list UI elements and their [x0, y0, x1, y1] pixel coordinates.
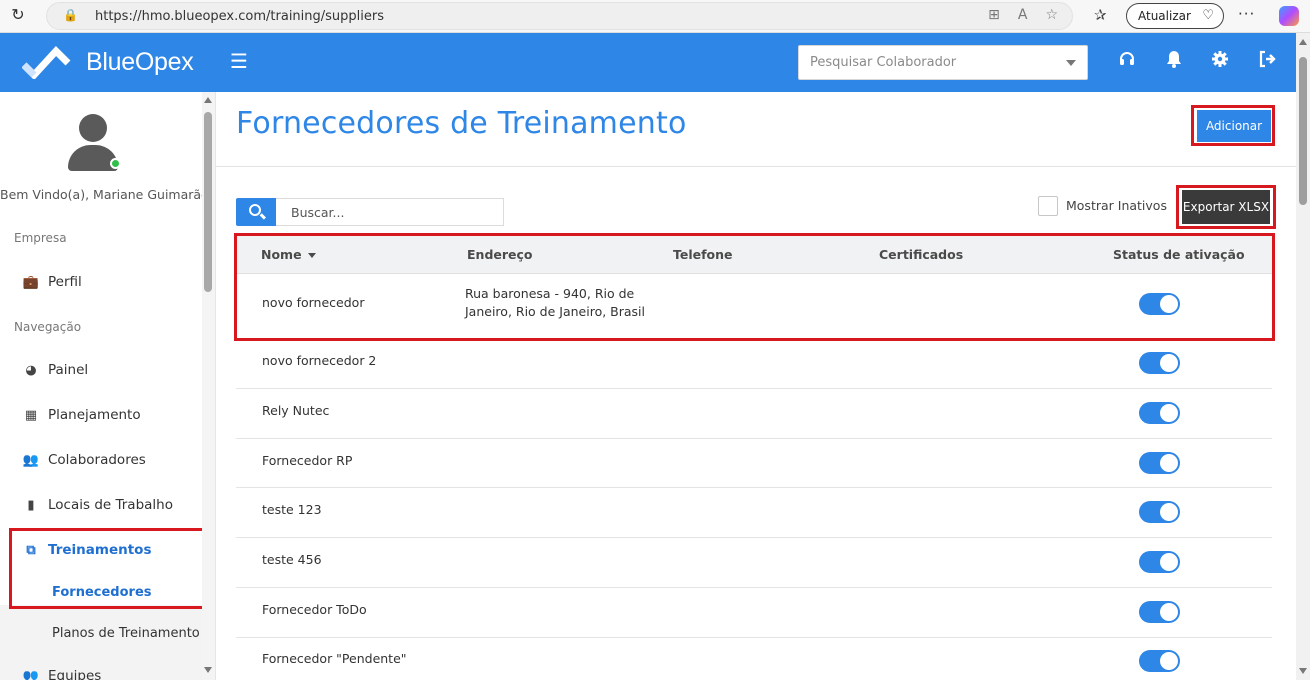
highlight-box [9, 528, 214, 609]
collaborator-search-input[interactable] [799, 46, 1059, 79]
welcome-text: Bem Vindo(a), Mariane Guimarães [0, 187, 216, 202]
table-row[interactable]: Fornecedor ToDo [236, 588, 1272, 638]
scroll-up-arrow-icon[interactable] [204, 97, 212, 103]
dashboard-icon: ◕ [25, 362, 37, 378]
section-navigation: Navegação [14, 320, 82, 334]
reload-icon[interactable]: ↻ [8, 5, 28, 25]
sidebar-subitem-planos[interactable]: Planos de Treinamento [52, 626, 200, 641]
sidebar-item-painel[interactable]: ◕ Painel [22, 362, 88, 378]
sidebar-item-locais[interactable]: ▮ Locais de Trabalho [22, 497, 173, 513]
read-aloud-icon[interactable]: A [1018, 7, 1028, 23]
cell-name: Fornecedor "Pendente" [262, 651, 407, 666]
table-row[interactable]: novo fornecedor 2 [236, 339, 1272, 389]
cell-name: Rely Nutec [262, 403, 330, 418]
show-inactive-checkbox[interactable] [1038, 196, 1058, 216]
sidebar-item-perfil[interactable]: 💼 Perfil [22, 274, 82, 290]
table-row[interactable]: teste 456 [236, 538, 1272, 588]
apps-icon[interactable]: ⊞ [988, 7, 1000, 23]
show-inactive-label[interactable]: Mostrar Inativos [1066, 198, 1167, 213]
scroll-down-arrow-icon[interactable] [204, 667, 212, 673]
update-button[interactable]: Atualizar ♡ [1126, 3, 1224, 29]
add-button[interactable]: Adicionar [1197, 110, 1271, 142]
divider [216, 166, 1296, 167]
menu-toggle-icon[interactable]: ☰ [230, 51, 248, 71]
table-row[interactable]: Rely Nutec [236, 389, 1272, 439]
bell-icon[interactable] [1163, 50, 1185, 73]
user-avatar-icon[interactable] [66, 114, 121, 172]
favorite-star-icon[interactable]: ☆ [1045, 7, 1058, 23]
sidebar-item-planejamento[interactable]: ▦ Planejamento [22, 407, 141, 423]
status-toggle[interactable] [1139, 452, 1180, 474]
scroll-thumb[interactable] [204, 112, 212, 292]
brand-name: BlueOpex [86, 47, 194, 76]
sidebar-item-equipes[interactable]: 👥 Equipes [22, 668, 101, 680]
highlight-box [234, 233, 1275, 341]
sidebar-item-label: Painel [48, 362, 89, 378]
status-toggle[interactable] [1139, 650, 1180, 672]
cell-name: Fornecedor RP [262, 453, 353, 468]
status-toggle[interactable] [1139, 601, 1180, 623]
app-header: BlueOpex ☰ [0, 33, 1296, 92]
copilot-icon[interactable] [1279, 6, 1299, 26]
page-title: Fornecedores de Treinamento [236, 106, 687, 141]
scroll-down-arrow-icon[interactable] [1299, 668, 1307, 674]
table-row[interactable]: teste 123 [236, 488, 1272, 538]
status-toggle[interactable] [1139, 551, 1180, 573]
table-row[interactable]: Fornecedor RP [236, 439, 1272, 488]
chevron-down-icon[interactable] [1066, 60, 1076, 66]
browser-toolbar: ↻ 🔒 https://hmo.blueopex.com/training/su… [0, 0, 1310, 33]
brand-logo[interactable]: BlueOpex [21, 45, 194, 81]
address-bar[interactable]: 🔒 https://hmo.blueopex.com/training/supp… [46, 2, 1073, 30]
sidebar-item-colaboradores[interactable]: 👥 Colaboradores [22, 452, 146, 468]
cell-name: Fornecedor ToDo [262, 602, 367, 617]
page-scrollbar[interactable] [1296, 33, 1310, 680]
update-heart-icon: ♡ [1202, 8, 1214, 23]
status-toggle[interactable] [1139, 352, 1180, 374]
sidebar-item-label: Colaboradores [48, 452, 146, 468]
search-button[interactable] [236, 198, 276, 226]
sidebar: Bem Vindo(a), Mariane Guimarães Empresa … [0, 92, 216, 680]
main-content: Fornecedores de Treinamento Adicionar Mo… [216, 92, 1296, 680]
calendar-icon: ▦ [24, 407, 38, 423]
status-toggle[interactable] [1139, 402, 1180, 424]
headset-support-icon[interactable] [1116, 50, 1138, 73]
scroll-thumb[interactable] [1299, 57, 1307, 205]
sidebar-item-label: Locais de Trabalho [48, 497, 173, 513]
search-input[interactable] [276, 198, 504, 226]
online-status-dot [110, 158, 121, 169]
logo-mark-icon [21, 45, 72, 81]
building-icon: ▮ [27, 497, 35, 513]
users-icon: 👥 [22, 452, 40, 468]
more-options-icon[interactable]: ··· [1238, 5, 1255, 23]
team-icon: 👥 [22, 668, 40, 680]
logout-icon[interactable] [1257, 50, 1279, 73]
collaborator-search[interactable] [798, 45, 1088, 80]
sidebar-item-label: Planejamento [48, 407, 141, 423]
sidebar-item-label: Perfil [48, 274, 82, 290]
cell-name: teste 123 [262, 502, 322, 517]
cell-name: novo fornecedor 2 [262, 353, 377, 368]
cell-name: teste 456 [262, 552, 322, 567]
table-row[interactable]: Fornecedor "Pendente" [236, 638, 1272, 680]
briefcase-icon: 💼 [22, 274, 40, 290]
favorites-icon[interactable]: ✰ [1094, 6, 1107, 24]
sidebar-item-label: Equipes [48, 668, 102, 680]
status-toggle[interactable] [1139, 501, 1180, 523]
update-label: Atualizar [1138, 9, 1191, 23]
sidebar-scrollbar[interactable] [202, 92, 215, 680]
url-text[interactable]: https://hmo.blueopex.com/training/suppli… [95, 9, 384, 24]
scroll-up-arrow-icon[interactable] [1299, 39, 1307, 45]
gear-icon[interactable] [1209, 50, 1231, 73]
section-company: Empresa [14, 231, 67, 245]
lock-icon: 🔒 [63, 8, 78, 22]
export-xlsx-button[interactable]: Exportar XLSX [1182, 190, 1270, 224]
